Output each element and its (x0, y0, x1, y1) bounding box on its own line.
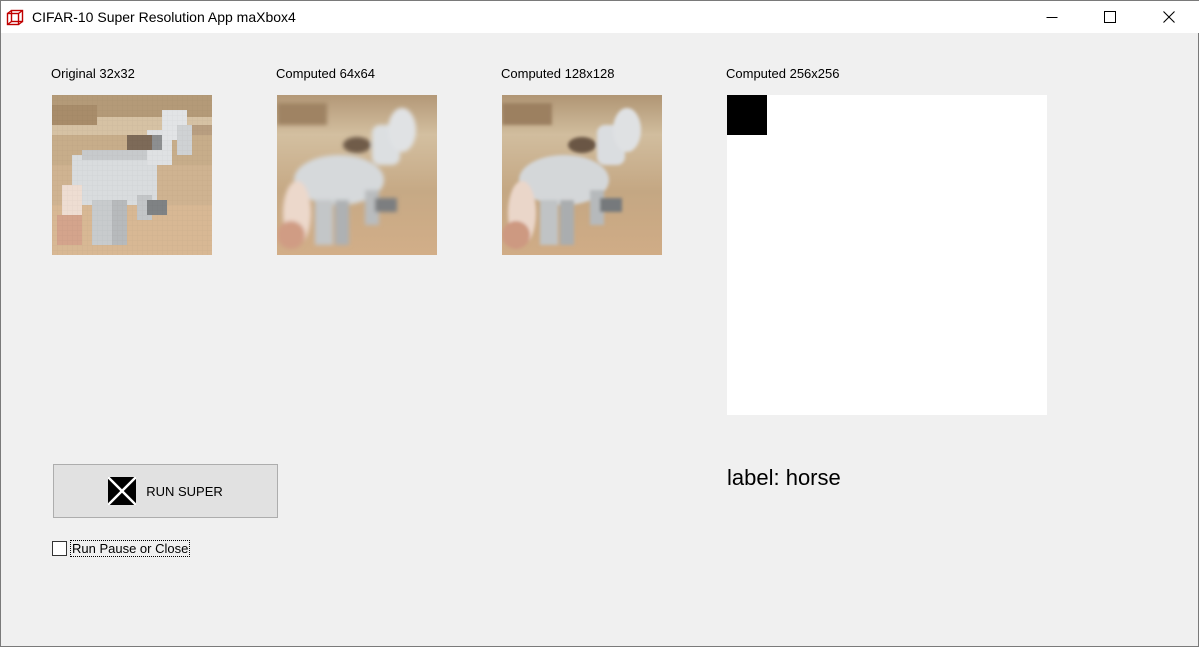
x-cross-icon (108, 477, 137, 505)
prediction-label: label: horse (727, 465, 841, 490)
computed-64-label: Computed 64x64 (276, 66, 376, 81)
run-pause-close-checkbox-row[interactable]: Run Pause or Close (52, 539, 191, 557)
minimize-icon (1046, 17, 1058, 18)
maxbox-cube-icon (6, 9, 24, 26)
maximize-button[interactable] (1081, 1, 1139, 33)
close-button[interactable] (1140, 1, 1198, 33)
computed-64-image (277, 95, 437, 255)
title-bar[interactable]: CIFAR-10 Super Resolution App maXbox4 (1, 0, 1199, 33)
close-icon (1163, 11, 1175, 23)
run-super-label: RUN SUPER (146, 483, 223, 499)
maximize-icon (1104, 11, 1116, 23)
original-image (52, 95, 212, 255)
app-window: CIFAR-10 Super Resolution App maXbox4 Or… (0, 0, 1199, 647)
run-pause-close-label[interactable]: Run Pause or Close (70, 539, 191, 557)
original-image-label: Original 32x32 (51, 66, 135, 81)
minimize-button[interactable] (1023, 1, 1081, 33)
computed-256-label: Computed 256x256 (726, 66, 840, 81)
run-super-button[interactable]: RUN SUPER (53, 464, 278, 518)
computed-256-canvas (727, 95, 1047, 415)
run-pause-close-checkbox[interactable] (52, 540, 67, 556)
window-title: CIFAR-10 Super Resolution App maXbox4 (32, 9, 296, 25)
computed-128-label: Computed 128x128 (501, 66, 615, 81)
output-progress-block (727, 95, 767, 135)
computed-128-image (502, 95, 662, 255)
